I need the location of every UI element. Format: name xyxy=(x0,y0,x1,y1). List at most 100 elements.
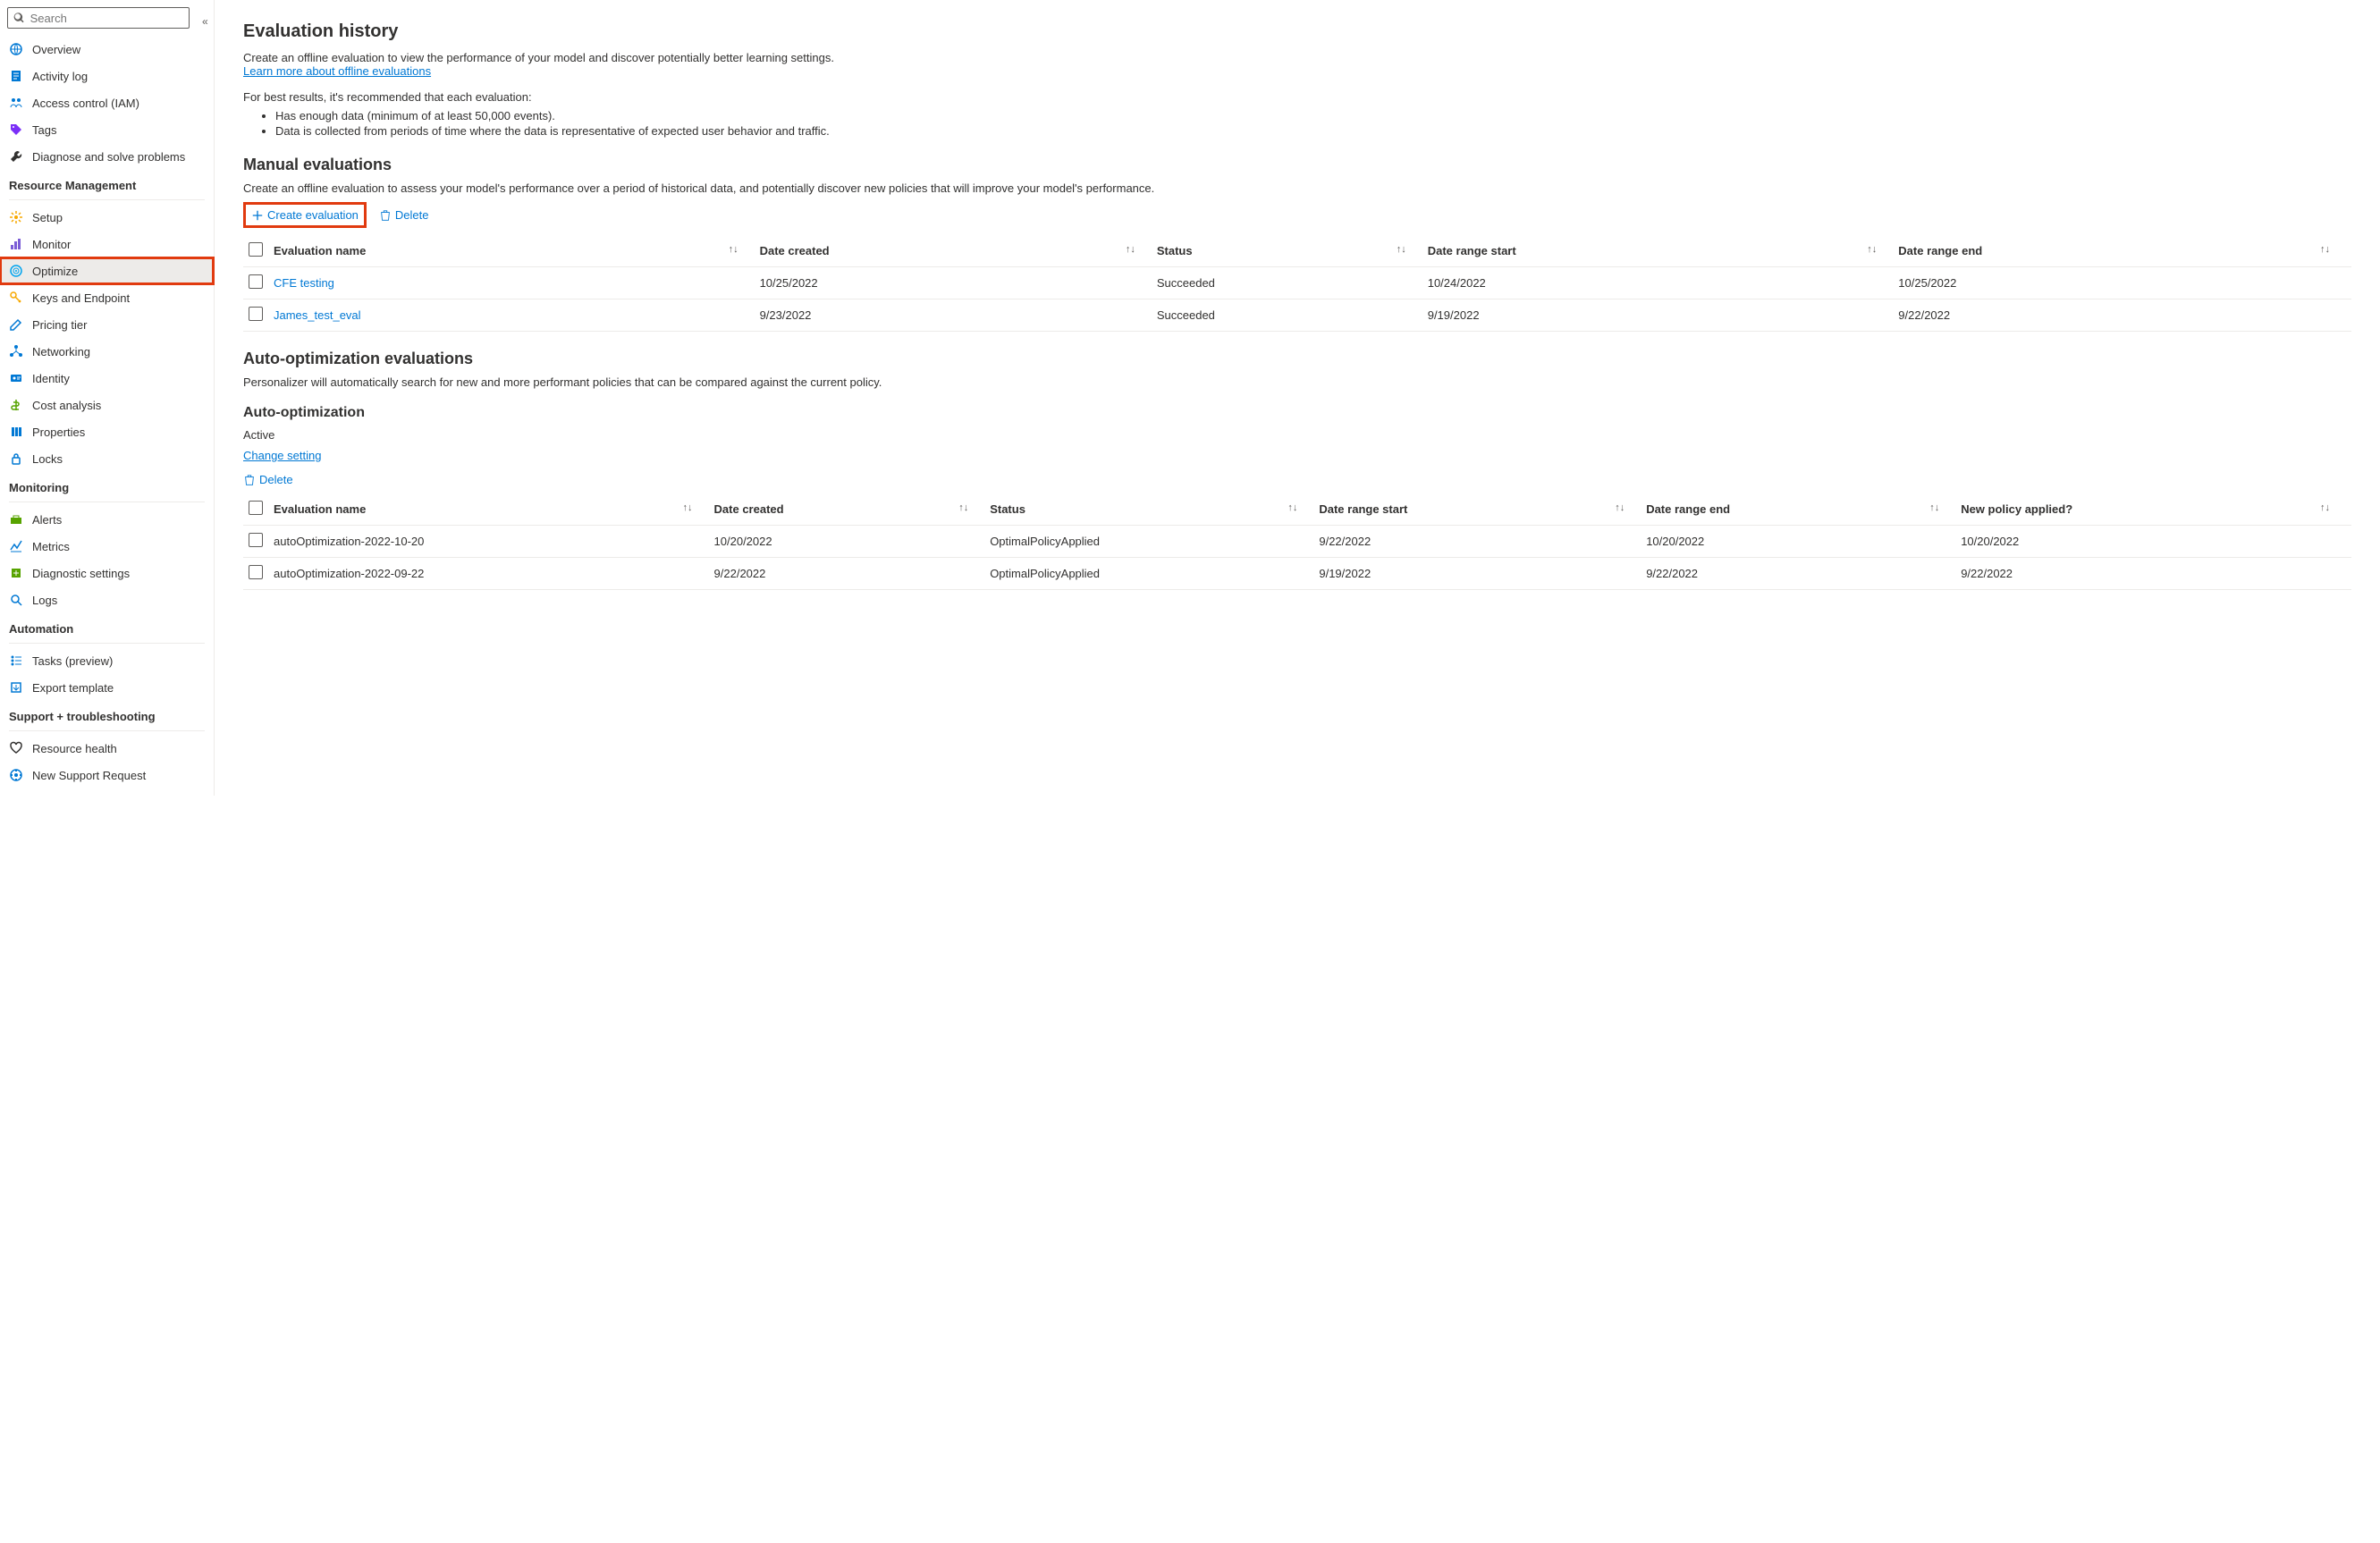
column-header[interactable]: Date created↑↓ xyxy=(714,493,991,526)
autoopt-status: Active xyxy=(243,428,2351,442)
sort-icon[interactable]: ↑↓ xyxy=(1397,244,1406,255)
nav-item-keys-and-endpoint[interactable]: Keys and Endpoint xyxy=(0,284,214,311)
column-header[interactable]: Status↑↓ xyxy=(1157,235,1428,267)
select-all-checkbox[interactable] xyxy=(249,242,263,257)
nav-item-access-control-iam[interactable]: Access control (IAM) xyxy=(0,89,214,116)
section-header-monitoring: Monitoring xyxy=(0,472,214,500)
logs-icon xyxy=(9,593,23,607)
wrench-icon xyxy=(9,149,23,164)
column-header[interactable]: Date range start↑↓ xyxy=(1428,235,1899,267)
nav-item-activity-log[interactable]: Activity log xyxy=(0,63,214,89)
column-header[interactable]: New policy applied?↑↓ xyxy=(1961,493,2351,526)
nav-item-pricing-tier[interactable]: Pricing tier xyxy=(0,311,214,338)
nav-label: Logs xyxy=(32,594,57,607)
column-header[interactable]: Evaluation name↑↓ xyxy=(274,493,714,526)
manual-title: Manual evaluations xyxy=(243,156,2351,174)
column-header[interactable]: Date range start↑↓ xyxy=(1319,493,1646,526)
tag-icon xyxy=(9,122,23,137)
nav-item-diagnostic-settings[interactable]: Diagnostic settings xyxy=(0,560,214,586)
sort-icon[interactable]: ↑↓ xyxy=(1126,244,1135,255)
nav-item-optimize[interactable]: Optimize xyxy=(0,257,214,284)
nav-item-logs[interactable]: Logs xyxy=(0,586,214,613)
nav-item-overview[interactable]: Overview xyxy=(0,36,214,63)
autoopt-title: Auto-optimization xyxy=(243,405,2351,421)
sort-icon[interactable]: ↑↓ xyxy=(683,502,693,513)
select-all-checkbox[interactable] xyxy=(249,501,263,515)
diag-icon xyxy=(9,566,23,580)
column-header[interactable]: Status↑↓ xyxy=(990,493,1319,526)
sort-icon[interactable]: ↑↓ xyxy=(2320,244,2330,255)
delete-button[interactable]: Delete xyxy=(379,208,429,222)
nav-item-metrics[interactable]: Metrics xyxy=(0,533,214,560)
evaluation-link[interactable]: James_test_eval xyxy=(274,308,361,322)
row-checkbox[interactable] xyxy=(249,274,263,289)
nav-item-setup[interactable]: Setup xyxy=(0,204,214,231)
nav-item-alerts[interactable]: Alerts xyxy=(0,506,214,533)
tasks-icon xyxy=(9,653,23,668)
cost-icon xyxy=(9,398,23,412)
search-box[interactable] xyxy=(7,7,190,29)
nav-item-diagnose-and-solve-problems[interactable]: Diagnose and solve problems xyxy=(0,143,214,170)
globe-icon xyxy=(9,42,23,56)
nav-label: Monitor xyxy=(32,238,71,251)
lock-icon xyxy=(9,451,23,466)
column-header[interactable]: Date range end↑↓ xyxy=(1646,493,1961,526)
nav-label: Activity log xyxy=(32,70,88,83)
nav-label: Keys and Endpoint xyxy=(32,291,130,305)
collapse-sidebar-button[interactable]: « xyxy=(197,15,214,28)
nav-item-resource-health[interactable]: Resource health xyxy=(0,735,214,762)
alert-icon xyxy=(9,512,23,527)
column-header[interactable]: Date created↑↓ xyxy=(760,235,1157,267)
row-checkbox[interactable] xyxy=(249,533,263,547)
plus-icon xyxy=(251,209,264,222)
cell-end: 9/22/2022 xyxy=(1898,299,2351,332)
nav-label: Tasks (preview) xyxy=(32,654,113,668)
recommend-text: For best results, it's recommended that … xyxy=(243,90,2351,104)
nav-item-networking[interactable]: Networking xyxy=(0,338,214,365)
log-icon xyxy=(9,69,23,83)
create-evaluation-button[interactable]: Create evaluation xyxy=(243,202,367,228)
network-icon xyxy=(9,344,23,358)
evaluation-link[interactable]: CFE testing xyxy=(274,276,334,290)
cell-end: 10/25/2022 xyxy=(1898,267,2351,299)
metrics-icon xyxy=(9,539,23,553)
sort-icon[interactable]: ↑↓ xyxy=(1867,244,1877,255)
nav-item-tasks-preview[interactable]: Tasks (preview) xyxy=(0,647,214,674)
sort-icon[interactable]: ↑↓ xyxy=(729,244,738,255)
sort-icon[interactable]: ↑↓ xyxy=(1929,502,1939,513)
nav-label: Pricing tier xyxy=(32,318,87,332)
sort-icon[interactable]: ↑↓ xyxy=(2320,502,2330,513)
nav-item-new-support-request[interactable]: New Support Request xyxy=(0,762,214,788)
cell-created: 9/22/2022 xyxy=(714,558,991,590)
nav-item-tags[interactable]: Tags xyxy=(0,116,214,143)
learn-more-link[interactable]: Learn more about offline evaluations xyxy=(243,64,431,78)
autoopt-table: Evaluation name↑↓Date created↑↓Status↑↓D… xyxy=(243,493,2351,590)
column-header[interactable]: Date range end↑↓ xyxy=(1898,235,2351,267)
nav-label: Access control (IAM) xyxy=(32,97,139,110)
search-input[interactable] xyxy=(30,12,183,25)
nav-label: Networking xyxy=(32,345,90,358)
sort-icon[interactable]: ↑↓ xyxy=(958,502,968,513)
nav-item-export-template[interactable]: Export template xyxy=(0,674,214,701)
row-checkbox[interactable] xyxy=(249,565,263,579)
nav-item-monitor[interactable]: Monitor xyxy=(0,231,214,257)
people-icon xyxy=(9,96,23,110)
section-header-resource-management: Resource Management xyxy=(0,170,214,198)
autoopt-delete-button[interactable]: Delete xyxy=(243,473,293,486)
nav-item-locks[interactable]: Locks xyxy=(0,445,214,472)
sort-icon[interactable]: ↑↓ xyxy=(1615,502,1625,513)
nav-label: Tags xyxy=(32,123,56,137)
nav-label: Optimize xyxy=(32,265,78,278)
nav-label: Overview xyxy=(32,43,80,56)
column-header[interactable]: Evaluation name↑↓ xyxy=(274,235,760,267)
change-setting-link[interactable]: Change setting xyxy=(243,449,321,462)
manual-description: Create an offline evaluation to assess y… xyxy=(243,181,2351,195)
sort-icon[interactable]: ↑↓ xyxy=(1287,502,1297,513)
nav-item-properties[interactable]: Properties xyxy=(0,418,214,445)
nav-item-cost-analysis[interactable]: Cost analysis xyxy=(0,392,214,418)
cell-end: 9/22/2022 xyxy=(1646,558,1961,590)
nav-item-identity[interactable]: Identity xyxy=(0,365,214,392)
nav-label: Diagnose and solve problems xyxy=(32,150,185,164)
nav-label: Properties xyxy=(32,426,85,439)
row-checkbox[interactable] xyxy=(249,307,263,321)
